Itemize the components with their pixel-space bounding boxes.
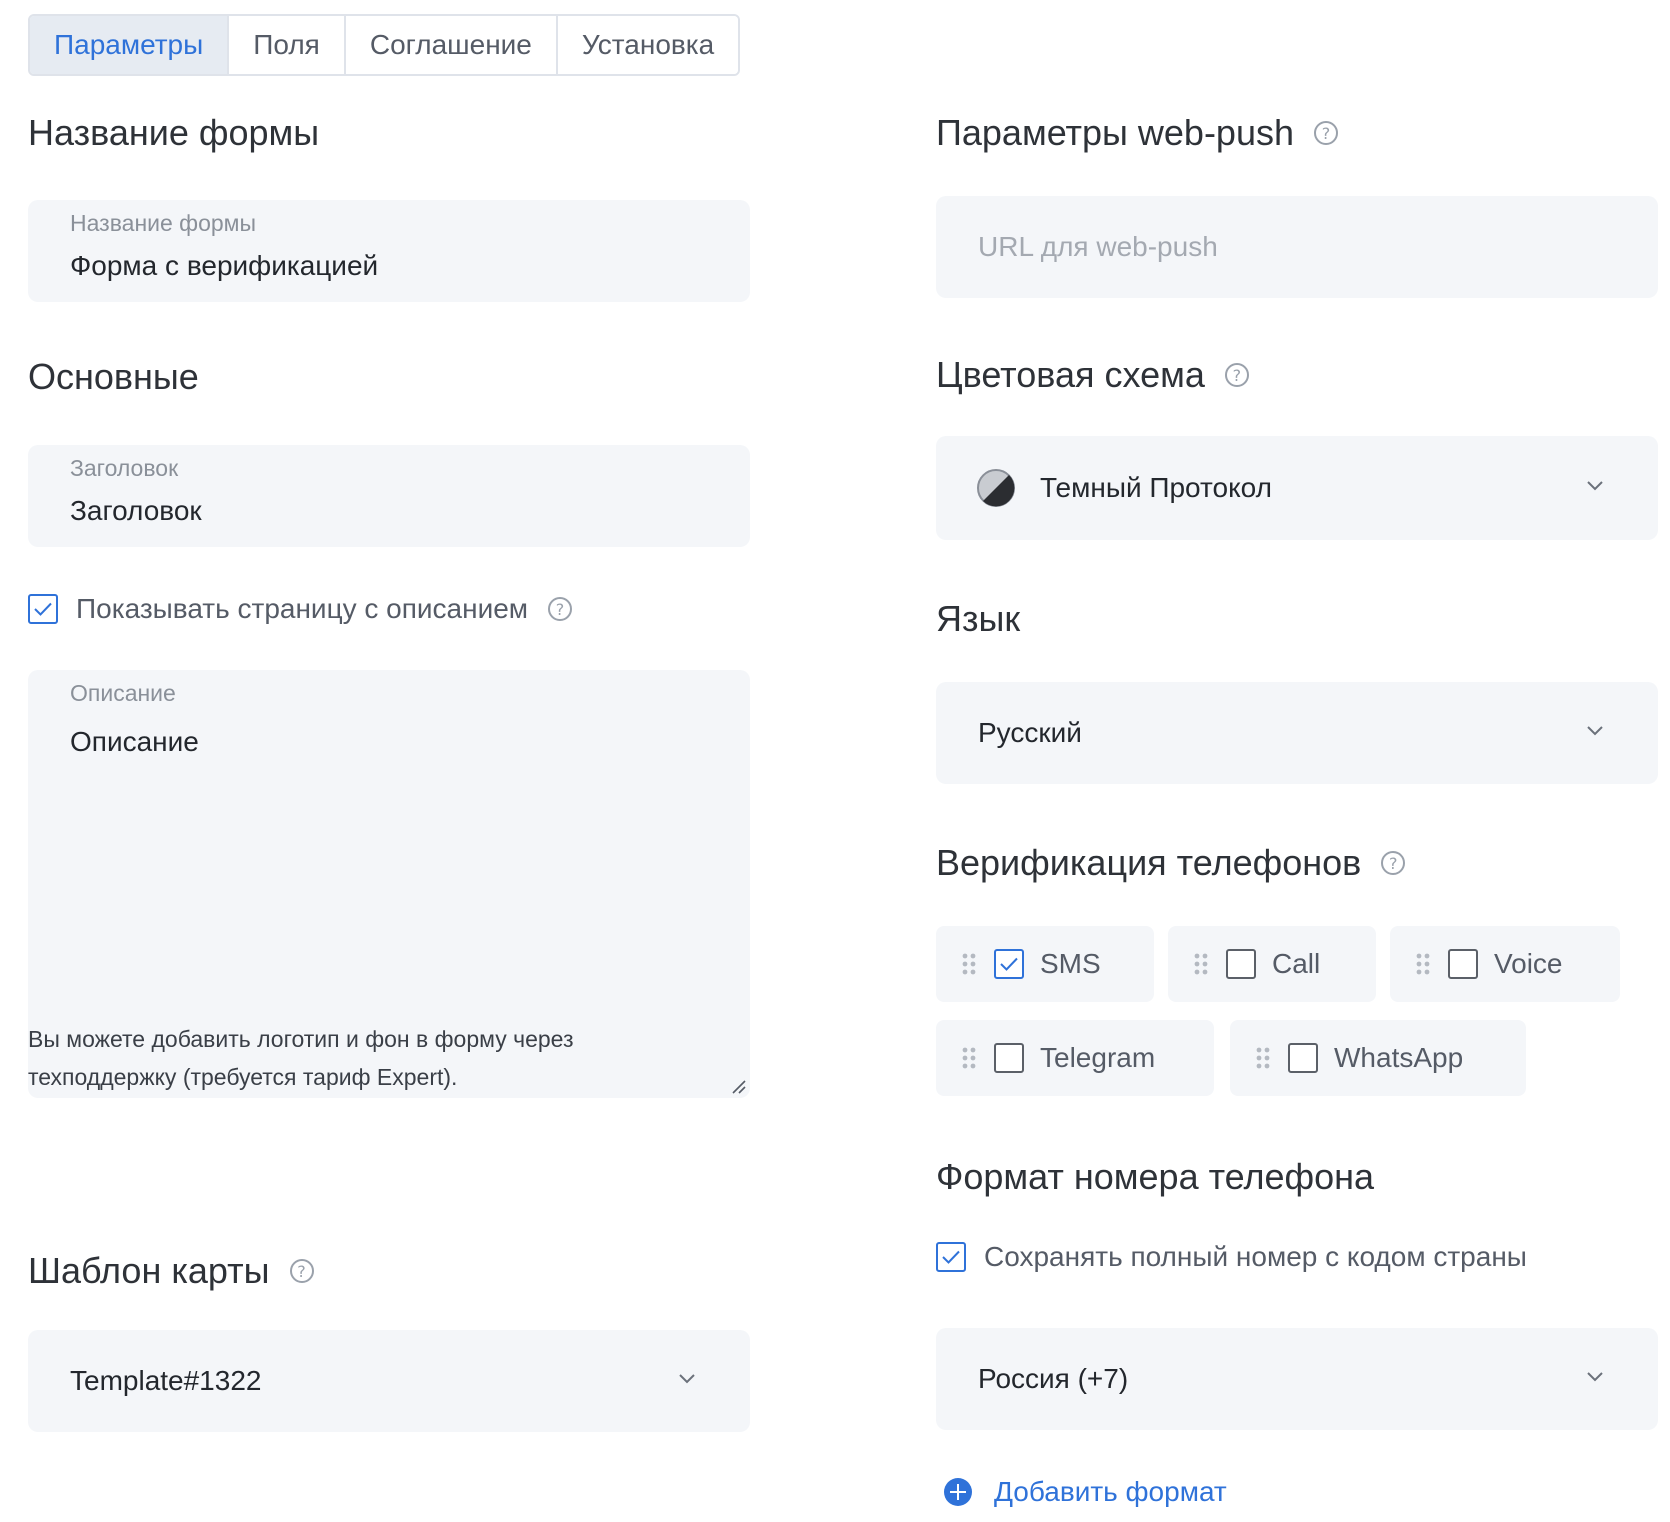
tab-agreement[interactable]: Соглашение (345, 16, 558, 74)
color-scheme-select[interactable]: Темный Протокол (936, 436, 1658, 540)
verification-chip-voice[interactable]: Voice (1390, 926, 1620, 1002)
voice-label: Voice (1494, 948, 1563, 979)
verification-chip-whatsapp[interactable]: WhatsApp (1230, 1020, 1526, 1096)
form-name-heading: Название формы (28, 112, 319, 154)
tab-bar: Параметры Поля Соглашение Установка (28, 14, 741, 76)
voice-checkbox[interactable] (1448, 949, 1478, 979)
phone-format-heading-text: Формат номера телефона (936, 1156, 1375, 1197)
language-heading-text: Язык (936, 598, 1021, 639)
show-description-checkbox[interactable] (28, 594, 58, 624)
description-label: Описание (70, 680, 176, 706)
country-code-select[interactable]: Россия (+7) (936, 1328, 1658, 1430)
verification-chip-sms[interactable]: SMS (936, 926, 1154, 1002)
add-format-button[interactable]: Добавить формат (944, 1476, 1227, 1508)
checkmark-icon (942, 1250, 960, 1264)
whatsapp-label: WhatsApp (1334, 1042, 1464, 1073)
telegram-checkbox[interactable] (994, 1043, 1024, 1073)
card-template-select[interactable]: Template#1322 (28, 1330, 750, 1432)
drag-handle-icon[interactable] (962, 953, 976, 975)
help-icon[interactable]: ? (1381, 851, 1406, 875)
whatsapp-checkbox[interactable] (1288, 1043, 1318, 1073)
save-full-number-label: Сохранять полный номер с кодом страны (984, 1241, 1527, 1272)
show-description-row[interactable]: Показывать страницу с описанием ? (28, 592, 573, 626)
drag-handle-icon[interactable] (962, 1047, 976, 1069)
form-name-label: Название формы (70, 210, 257, 236)
chevron-down-icon (1587, 1372, 1603, 1382)
language-select[interactable]: Русский (936, 682, 1658, 784)
chevron-down-icon (1587, 726, 1603, 736)
phone-format-heading: Формат номера телефона (936, 1156, 1374, 1198)
checkmark-icon (1000, 957, 1018, 971)
drag-handle-icon[interactable] (1194, 953, 1208, 975)
card-template-heading: Шаблон карты ? (28, 1250, 314, 1292)
color-scheme-heading-text: Цветовая схема (936, 354, 1205, 395)
color-scheme-swatch-icon (977, 469, 1015, 507)
sms-checkbox[interactable] (994, 949, 1024, 979)
webpush-url-placeholder: URL для web-push (978, 231, 1218, 262)
card-template-heading-text: Шаблон карты (28, 1250, 270, 1291)
phone-verification-heading: Верификация телефонов ? (936, 842, 1406, 884)
drag-handle-icon[interactable] (1416, 953, 1430, 975)
help-icon[interactable]: ? (1224, 363, 1249, 387)
tab-installation[interactable]: Установка (557, 16, 739, 74)
title-value[interactable]: Заголовок (70, 495, 202, 527)
save-full-number-row[interactable]: Сохранять полный номер с кодом страны (936, 1240, 1527, 1274)
save-full-number-checkbox[interactable] (936, 1242, 966, 1272)
basic-heading-text: Основные (28, 356, 199, 397)
show-description-label: Показывать страницу с описанием (76, 593, 529, 624)
checkmark-icon (34, 602, 52, 616)
chevron-down-icon (1587, 481, 1603, 491)
tab-fields[interactable]: Поля (229, 16, 346, 74)
webpush-url-input[interactable]: URL для web-push (936, 196, 1658, 298)
add-format-label: Добавить формат (994, 1476, 1227, 1507)
help-icon[interactable]: ? (548, 597, 573, 621)
resize-handle-icon[interactable] (730, 1078, 746, 1094)
help-icon[interactable]: ? (1314, 121, 1338, 145)
language-value: Русский (978, 717, 1082, 748)
form-name-field[interactable]: Название формы Форма с верификацией (28, 200, 750, 302)
call-checkbox[interactable] (1226, 949, 1256, 979)
webpush-heading: Параметры web-push ? (936, 112, 1338, 154)
basic-heading: Основные (28, 356, 199, 398)
language-heading: Язык (936, 598, 1020, 640)
call-label: Call (1272, 948, 1321, 979)
plus-circle-icon (944, 1478, 972, 1506)
webpush-heading-text: Параметры web-push (936, 112, 1294, 153)
title-label: Заголовок (70, 455, 179, 481)
form-name-value[interactable]: Форма с верификацией (70, 250, 378, 282)
card-template-value: Template#1322 (70, 1365, 262, 1396)
verification-chip-call[interactable]: Call (1168, 926, 1376, 1002)
verification-chip-telegram[interactable]: Telegram (936, 1020, 1214, 1096)
title-field[interactable]: Заголовок Заголовок (28, 445, 750, 547)
description-value[interactable]: Описание (70, 726, 199, 758)
phone-verification-heading-text: Верификация телефонов (936, 842, 1362, 883)
telegram-label: Telegram (1040, 1042, 1156, 1073)
tab-parameters[interactable]: Параметры (30, 16, 230, 74)
chevron-down-icon (679, 1374, 695, 1384)
help-icon[interactable]: ? (289, 1259, 314, 1283)
color-scheme-heading: Цветовая схема ? (936, 354, 1249, 396)
drag-handle-icon[interactable] (1256, 1047, 1270, 1069)
sms-label: SMS (1040, 948, 1101, 979)
color-scheme-value: Темный Протокол (1040, 472, 1272, 503)
form-name-heading-text: Название формы (28, 112, 320, 153)
country-code-value: Россия (+7) (978, 1363, 1129, 1394)
logo-note: Вы можете добавить логотип и фон в форму… (28, 1026, 574, 1090)
